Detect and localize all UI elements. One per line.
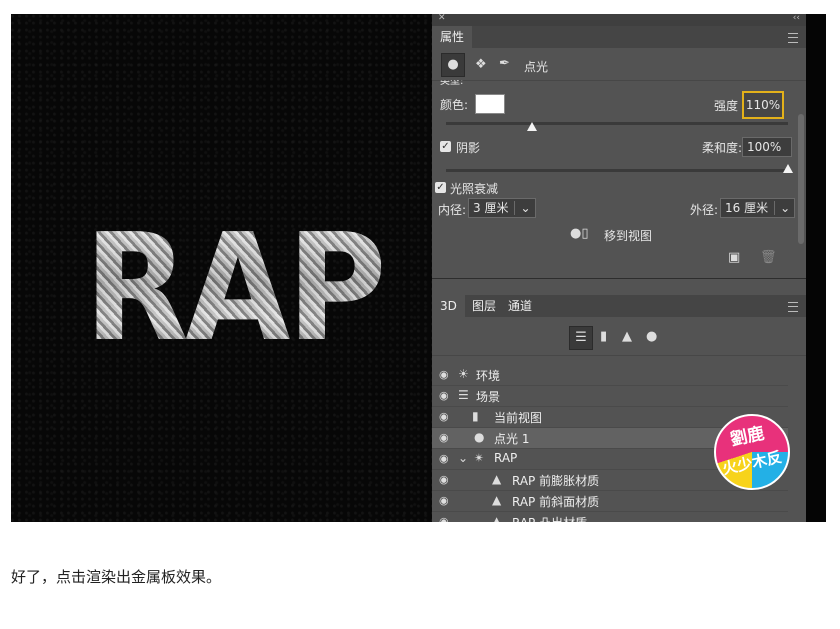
row-label: RAP 前膨胀材质 [512, 474, 600, 488]
eye-icon[interactable]: ◉ [439, 515, 449, 522]
row-scene[interactable]: ◉ ☰ 场景 [432, 386, 788, 407]
material-icon: ▲ [492, 514, 502, 522]
eye-icon[interactable]: ◉ [439, 431, 449, 444]
light-type-label: 点光 [524, 60, 549, 74]
outer-radius-value: 16 厘米 [725, 201, 769, 215]
row-label: 点光 1 [494, 432, 530, 446]
intensity-label: 强度 [714, 99, 739, 113]
shadow-label: 阴影 [456, 141, 481, 155]
collapse-icon[interactable]: ‹‹ [793, 14, 800, 23]
softness-field[interactable]: 100% [742, 137, 792, 157]
color-swatch[interactable] [475, 94, 505, 114]
document-canvas[interactable]: RAP [11, 14, 432, 522]
material-icon: ▲ [492, 472, 502, 486]
eye-icon[interactable]: ◉ [439, 473, 449, 486]
camera-icon: ▮ [472, 409, 479, 423]
brush-icon[interactable]: ✒ [499, 56, 510, 71]
watermark-text-top: 劉鹿 [728, 423, 767, 451]
eye-icon[interactable]: ◉ [439, 410, 449, 423]
tab-channels[interactable]: 通道 [500, 295, 540, 317]
eye-icon[interactable]: ◉ [439, 494, 449, 507]
row-environment[interactable]: ◉ ☀ 环境 [432, 365, 788, 386]
move-to-view-icon[interactable]: ●▯ [570, 226, 589, 241]
tab-layers[interactable]: 图层 [464, 295, 504, 317]
row-label: 环境 [476, 369, 501, 383]
row-label: RAP [494, 451, 518, 465]
rap-3d-text: RAP [84, 202, 383, 374]
light-filter-icon[interactable]: ● [646, 329, 657, 344]
panel3d-tabbar: 3D 图层 通道 [432, 295, 806, 317]
scene-icon: ☰ [458, 388, 469, 402]
material-icon: ▲ [492, 493, 502, 507]
caption-text: 好了，点击渲染出金属板效果。 [11, 568, 222, 586]
tab-properties[interactable]: 属性 [432, 26, 473, 48]
eye-icon[interactable]: ◉ [439, 452, 449, 465]
move-to-view-button[interactable]: 移到视图 [604, 227, 652, 244]
eye-icon[interactable]: ◉ [439, 368, 449, 381]
shadow-checkbox[interactable]: ✓ [440, 141, 451, 152]
panel-menu-icon[interactable] [788, 33, 798, 43]
outer-radius-label: 外径: [690, 203, 719, 217]
falloff-label: 光照衰减 [450, 182, 499, 196]
properties-scrollbar[interactable] [798, 114, 804, 244]
softness-label: 柔和度: [702, 141, 743, 155]
row-material[interactable]: ◉ ▲ RAP 凸出材质 [432, 512, 788, 522]
scene-filter-icon[interactable]: ☰ [569, 326, 593, 350]
render-icon[interactable]: ▣ [728, 250, 740, 265]
watermark-badge: 劉鹿 火少木反 [714, 414, 790, 490]
color-label: 颜色: [440, 98, 469, 112]
mesh-filter-icon[interactable]: ▮ [600, 329, 607, 344]
softness-slider[interactable] [446, 169, 788, 172]
intensity-slider[interactable] [446, 122, 788, 125]
eye-icon[interactable]: ◉ [439, 389, 449, 402]
panel-strip: ✕ ‹‹ [432, 14, 806, 26]
material-filter-icon[interactable]: ▲ [622, 329, 632, 344]
chevron-down-icon[interactable]: ⌄ [774, 201, 791, 215]
inner-radius-label: 内径: [438, 203, 467, 217]
close-icon[interactable]: ✕ [438, 14, 446, 23]
bulb-icon[interactable]: ● [441, 53, 465, 77]
environment-icon: ☀ [458, 367, 469, 381]
mesh-icon: ✴ [474, 451, 485, 465]
row-label: RAP 前斜面材质 [512, 495, 600, 509]
panel-menu-icon[interactable] [788, 302, 798, 312]
screenshot: RAP ✕ ‹‹ 属性 ● ❖ ✒ 点光 类型: 颜色: 强度 110% ✓ 阴… [11, 14, 826, 522]
properties-icon-row: ● ❖ ✒ 点光 [432, 48, 806, 81]
tab-3d[interactable]: 3D [432, 295, 465, 317]
row-label: 场景 [476, 390, 501, 404]
properties-panel: ✕ ‹‹ 属性 ● ❖ ✒ 点光 类型: 颜色: 强度 110% ✓ 阴影 柔和… [432, 14, 806, 279]
softness-slider-thumb[interactable] [783, 164, 793, 173]
falloff-checkbox[interactable]: ✓ [435, 182, 446, 193]
inner-radius-field[interactable]: 3 厘米 ⌄ [468, 198, 536, 218]
trash-icon[interactable]: 🗑 [760, 250, 777, 265]
watermark-text-bottom: 火少木反 [720, 447, 784, 479]
properties-tabbar: 属性 [432, 26, 806, 48]
intensity-slider-thumb[interactable] [526, 122, 537, 131]
type-cut-label: 类型: [440, 80, 464, 86]
coordinates-icon[interactable]: ❖ [475, 57, 487, 72]
chevron-down-icon[interactable]: ⌄ [458, 451, 468, 465]
row-label: 当前视图 [494, 411, 543, 425]
row-label: RAP 凸出材质 [512, 514, 587, 522]
panel3d-filter-row: ☰ ▮ ▲ ● [432, 319, 806, 356]
row-material[interactable]: ◉ ▲ RAP 前斜面材质 [432, 491, 788, 512]
intensity-field[interactable]: 110% [742, 91, 784, 119]
outer-radius-field[interactable]: 16 厘米 ⌄ [720, 198, 796, 218]
chevron-down-icon[interactable]: ⌄ [514, 201, 531, 215]
inner-radius-value: 3 厘米 [473, 201, 509, 215]
bulb-icon: ● [474, 430, 485, 444]
